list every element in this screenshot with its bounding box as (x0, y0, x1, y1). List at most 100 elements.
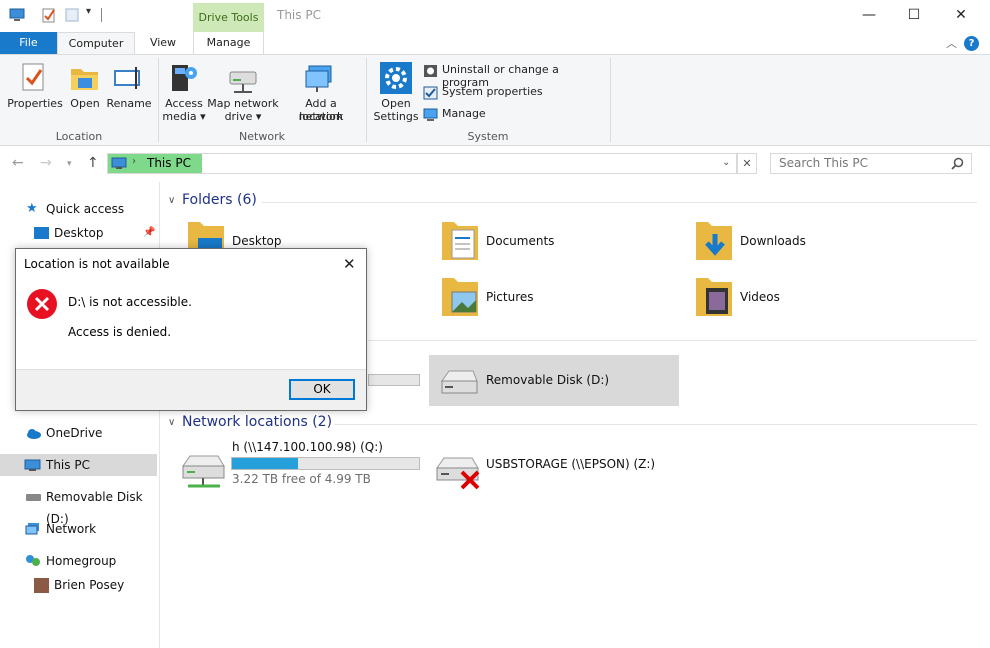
nav-item-network[interactable]: Network (0, 518, 157, 540)
breadcrumb-this-pc[interactable]: This PC (147, 156, 191, 170)
this-pc-icon (24, 459, 41, 471)
folder-documents[interactable]: Documents (440, 220, 660, 264)
properties-label: Properties (7, 97, 63, 110)
group-label-system: System (467, 130, 509, 143)
access-media-icon (172, 65, 197, 91)
rename-icon (114, 67, 140, 89)
access-media-label-2: media ▾ (162, 110, 206, 123)
open-settings-label-1: Open (381, 97, 411, 110)
search-input[interactable]: Search This PC (770, 153, 972, 174)
nav-item-desktop[interactable]: Desktop 📌 (0, 222, 157, 244)
uninstall-program-button[interactable]: Uninstall or change a program (422, 62, 604, 89)
up-arrow-icon[interactable]: ↑ (87, 155, 99, 171)
error-icon (27, 289, 57, 319)
network-drive-usage-bar (231, 457, 420, 470)
network-icon (25, 523, 39, 535)
network-drive-free-space: 3.22 TB free of 4.99 TB (232, 472, 371, 486)
system-properties-icon (423, 86, 438, 100)
rename-button[interactable]: Rename (106, 60, 152, 116)
manage-button[interactable]: Manage (422, 106, 604, 124)
collapse-network-chevron-icon[interactable]: ∨ (168, 417, 175, 428)
group-label-location: Location (55, 130, 103, 143)
network-drive-z[interactable]: USBSTORAGE (\\EPSON) (Z:) (430, 440, 670, 490)
dialog-close-button[interactable]: ✕ (343, 255, 356, 273)
collapse-ribbon-icon[interactable]: ︿ (946, 35, 957, 51)
network-drive-q[interactable]: h (\\147.100.100.98) (Q:) 3.22 TB free o… (176, 438, 426, 494)
nav-label: Desktop (54, 226, 104, 240)
nav-item-onedrive[interactable]: OneDrive (0, 422, 157, 444)
tab-view[interactable]: View (135, 32, 191, 54)
dialog-title: Location is not available (24, 257, 170, 271)
add-network-location-button[interactable]: Add a network location (282, 60, 360, 126)
open-settings-button[interactable]: Open Settings (372, 60, 420, 126)
system-properties-button[interactable]: System properties (422, 84, 604, 102)
group-separator (610, 58, 611, 142)
tab-manage[interactable]: Manage (193, 32, 264, 54)
title-bar (0, 0, 990, 32)
removable-disk-tile[interactable]: Removable Disk (D:) (429, 355, 679, 406)
user-avatar (34, 578, 49, 593)
removable-disk-label: Removable Disk (D:) (486, 373, 610, 387)
rename-label: Rename (106, 97, 152, 110)
network-drive-icon (229, 71, 257, 93)
removable-disk-icon (26, 494, 41, 501)
section-folders-heading[interactable]: Folders (6) (182, 192, 257, 208)
close-button[interactable]: ✕ (938, 0, 984, 30)
this-pc-icon (111, 157, 127, 169)
section-divider (334, 424, 977, 425)
pin-icon[interactable]: 📌 (143, 222, 155, 244)
manage-label: Manage (442, 107, 486, 120)
section-network-heading[interactable]: Network locations (2) (182, 414, 332, 430)
open-button[interactable]: Open (68, 60, 102, 116)
collapse-folders-chevron-icon[interactable]: ∨ (168, 195, 175, 206)
folder-downloads[interactable]: Downloads (694, 220, 914, 264)
tab-file[interactable]: File (0, 32, 57, 54)
map-network-drive-button[interactable]: Map network drive ▾ (206, 60, 280, 126)
properties-icon[interactable] (41, 7, 57, 23)
address-dropdown-icon[interactable]: ⌄ (722, 157, 730, 168)
nav-item-quick-access[interactable]: ★ Quick access (0, 198, 157, 220)
open-folder-icon (71, 69, 98, 90)
downloads-folder-icon (696, 222, 732, 260)
nav-item-removable-disk[interactable]: Removable Disk (D:) (0, 486, 157, 526)
removable-disk-icon (441, 370, 478, 394)
access-media-button[interactable]: Access media ▾ (162, 60, 206, 126)
nav-item-user[interactable]: Brien Posey (0, 574, 157, 596)
folder-videos[interactable]: Videos (694, 276, 914, 320)
section-divider (368, 340, 977, 341)
open-settings-label-2: Settings (373, 110, 419, 123)
minimize-button[interactable]: — (846, 0, 892, 30)
network-location-icon (305, 65, 332, 92)
folder-label: Downloads (740, 234, 806, 248)
clear-address-button[interactable]: ✕ (737, 153, 757, 174)
network-drive-usage-fill (232, 458, 299, 469)
new-folder-icon[interactable] (64, 7, 80, 23)
title-separator (101, 8, 102, 22)
manage-computer-icon (423, 108, 438, 121)
nav-label: OneDrive (46, 426, 103, 440)
breadcrumb-separator-icon: › (132, 156, 136, 167)
network-drive-name: h (\\147.100.100.98) (Q:) (232, 440, 383, 454)
pictures-folder-icon (442, 278, 478, 316)
folder-label: Videos (740, 290, 780, 304)
settings-gear-icon (380, 62, 412, 94)
help-icon[interactable]: ? (964, 36, 979, 51)
tab-computer[interactable]: Computer (57, 32, 135, 54)
recent-locations-chevron-icon[interactable]: ▾ (67, 159, 72, 169)
back-arrow-icon[interactable]: ← (12, 155, 24, 171)
properties-button[interactable]: Properties (4, 60, 66, 116)
uninstall-icon (424, 65, 437, 77)
folder-pictures[interactable]: Pictures (440, 276, 660, 320)
nav-label: Homegroup (46, 554, 117, 568)
maximize-button[interactable]: ☐ (891, 0, 937, 30)
nav-item-this-pc[interactable]: This PC (0, 454, 157, 476)
nav-item-homegroup[interactable]: Homegroup (0, 550, 157, 572)
folder-label: Desktop (232, 234, 282, 248)
forward-arrow-icon[interactable]: → (40, 155, 52, 171)
dialog-detail: Access is denied. (68, 325, 172, 339)
ok-button[interactable]: OK (289, 379, 355, 400)
drive-tools-context-label: Drive Tools (193, 3, 264, 32)
map-drive-label-1: Map network (207, 97, 279, 110)
customize-toolbar-chevron-icon[interactable]: ▾ (86, 6, 91, 17)
folder-label: Documents (486, 234, 555, 248)
